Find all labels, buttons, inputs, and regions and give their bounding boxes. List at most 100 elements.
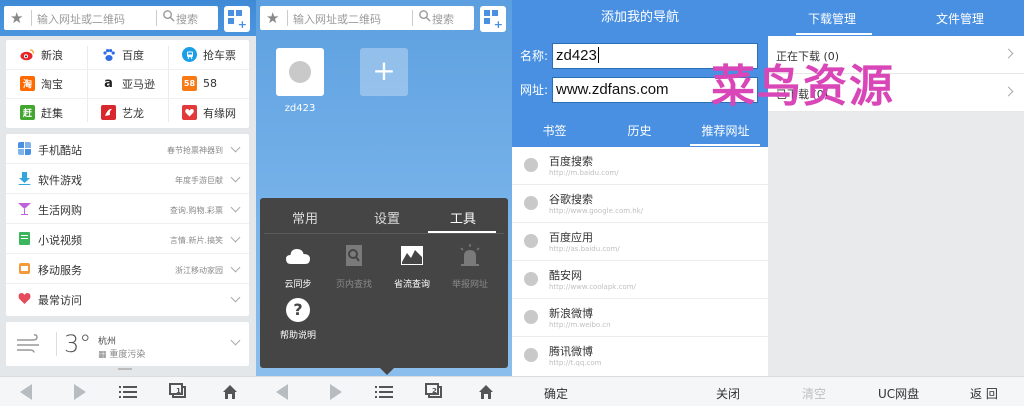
site-train-tickets[interactable]: 抢车票 [168, 40, 249, 69]
baidu-icon [101, 47, 116, 62]
list-item[interactable]: 新浪微博 http://m.weibo.cn [512, 299, 768, 337]
search-button[interactable]: 搜索 [176, 11, 198, 27]
drag-handle[interactable] [118, 368, 132, 370]
chevron-down-icon [230, 172, 241, 183]
bottom-toolbar: 1 [0, 376, 256, 406]
menu-panel: ★ 输入网址或二维码 搜索 + zd423 + 常用 设置 工具 云同步 页内查… [256, 0, 512, 406]
downloads-toolbar: 清空 UC网盘 返 回 [768, 376, 1024, 406]
address-bar[interactable]: ★ 输入网址或二维码 搜索 [4, 6, 218, 30]
weibo-icon [20, 47, 35, 62]
search-button[interactable]: 搜索 [432, 11, 454, 27]
address-bar[interactable]: ★ 输入网址或二维码 搜索 [260, 6, 474, 30]
home-icon[interactable] [478, 384, 494, 400]
category-software-games[interactable]: 软件游戏 年度手游巨献 [6, 164, 249, 194]
tool-report-url: 举报网址 [442, 244, 498, 290]
site-sina[interactable]: 新浪 [6, 40, 87, 69]
windows-icon[interactable]: 2 [425, 383, 442, 400]
category-mobile-sites[interactable]: 手机酷站 春节抢票神器到 [6, 134, 249, 164]
site-elong[interactable]: 艺龙 [87, 98, 168, 127]
star-icon[interactable]: ★ [10, 9, 23, 27]
category-mobile-services[interactable]: 移动服务 浙江移动家园 [6, 254, 249, 284]
site-58[interactable]: 58 58 [168, 69, 249, 98]
clear-button[interactable]: 清空 [802, 385, 826, 402]
chevron-down-icon [230, 202, 241, 213]
star-icon[interactable]: ★ [266, 9, 279, 27]
top-bar: ★ 输入网址或二维码 搜索 + [0, 0, 256, 36]
tab-history[interactable]: 历史 [597, 122, 682, 139]
tab-settings[interactable]: 设置 [346, 208, 428, 227]
list-item[interactable]: 百度应用 http://as.baidu.com/ [512, 223, 768, 261]
home-icon[interactable] [222, 384, 238, 400]
tab-download-manager[interactable]: 下载管理 [768, 10, 896, 27]
downloads-list: 正在下载 (0) 已下载 (0) [768, 36, 1024, 112]
globe-icon [524, 272, 538, 286]
tool-cloud-sync[interactable]: 云同步 [270, 244, 326, 290]
add-nav-form: 名称: zd423 网址: www.zdfans.com [512, 36, 768, 114]
site-amazon[interactable]: a 亚马逊 [87, 69, 168, 98]
search-placeholder[interactable]: 输入网址或二维码 [293, 11, 381, 27]
search-icon[interactable] [162, 9, 175, 22]
help-icon: ? [286, 298, 310, 322]
back-button[interactable]: 返 回 [970, 385, 998, 402]
category-most-visited[interactable]: 最常访问 [6, 284, 249, 314]
train-icon [182, 47, 197, 62]
back-icon[interactable] [276, 384, 292, 400]
tab-recommended[interactable]: 推荐网址 [683, 122, 768, 139]
chevron-down-icon [230, 292, 241, 303]
quick-sites-grid: 新浪 百度 抢车票 淘 淘宝 a 亚马逊 58 58 赶 赶集 艺龙 有缘网 [6, 40, 249, 128]
menu-icon[interactable] [119, 386, 137, 402]
active-tab-indicator [690, 144, 760, 146]
windows-icon[interactable]: 1 [169, 383, 186, 400]
globe-icon [524, 310, 538, 324]
list-item[interactable]: 百度搜索 http://m.baidu.com/ [512, 147, 768, 185]
forward-icon[interactable] [328, 384, 344, 400]
tool-find-in-page: 页内查找 [326, 244, 382, 290]
back-icon[interactable] [20, 384, 36, 400]
add-bookmark-button[interactable]: + [360, 48, 408, 96]
service-icon [19, 263, 30, 274]
site-youyuan[interactable]: 有缘网 [168, 98, 249, 127]
traffic-chart-icon [401, 246, 423, 265]
category-novels-videos[interactable]: 小说视频 言情.新片.搞笑 [6, 224, 249, 254]
list-item[interactable]: 腾讯微博 http://t.qq.com [512, 337, 768, 375]
tool-traffic-query[interactable]: 省流查询 [384, 244, 440, 290]
site-baidu[interactable]: 百度 [87, 40, 168, 69]
bottom-toolbar: 2 [256, 376, 512, 406]
search-placeholder[interactable]: 输入网址或二维码 [37, 11, 125, 27]
uc-disk-button[interactable]: UC网盘 [878, 385, 919, 402]
tool-help[interactable]: ? 帮助说明 [270, 298, 326, 341]
site-ganji[interactable]: 赶 赶集 [6, 98, 87, 127]
list-item[interactable]: 酷安网 http://www.coolapk.com/ [512, 261, 768, 299]
name-field[interactable]: zd423 [552, 43, 758, 69]
tab-common[interactable]: 常用 [264, 208, 346, 227]
tab-file-manager[interactable]: 文件管理 [896, 10, 1024, 27]
city-name: 杭州 [98, 337, 117, 347]
nav-grid-button[interactable]: + [480, 6, 506, 32]
downloaded-item[interactable]: 已下载 (0) [768, 74, 1024, 112]
chevron-down-icon [230, 142, 241, 153]
wind-icon [17, 334, 39, 353]
tab-tools[interactable]: 工具 [422, 208, 504, 227]
category-shopping[interactable]: 生活网购 查询.购物.彩票 [6, 194, 249, 224]
amazon-icon: a [101, 76, 116, 91]
globe-icon [524, 234, 538, 248]
bookmark-tile[interactable] [276, 48, 324, 96]
nav-grid-button[interactable]: + [224, 6, 250, 32]
menu-icon[interactable] [375, 386, 393, 402]
globe-icon [524, 158, 538, 172]
globe-icon [289, 61, 311, 83]
forward-icon[interactable] [72, 384, 88, 400]
weather-widget[interactable]: 3° 杭州 ▦ 重度污染 [6, 322, 249, 366]
bookmark-label: zd423 [284, 103, 316, 114]
url-field[interactable]: www.zdfans.com [552, 77, 758, 103]
search-icon[interactable] [418, 9, 431, 22]
dialog-buttons: 确定 关闭 [512, 376, 768, 406]
tab-bookmarks[interactable]: 书签 [512, 122, 597, 139]
cocktail-icon [18, 203, 31, 215]
downloading-item[interactable]: 正在下载 (0) [768, 36, 1024, 74]
site-taobao[interactable]: 淘 淘宝 [6, 69, 87, 98]
close-button[interactable]: 关闭 [716, 385, 740, 402]
ganji-icon: 赶 [20, 105, 35, 120]
confirm-button[interactable]: 确定 [544, 385, 568, 402]
list-item[interactable]: 谷歌搜索 http://www.google.com.hk/ [512, 185, 768, 223]
